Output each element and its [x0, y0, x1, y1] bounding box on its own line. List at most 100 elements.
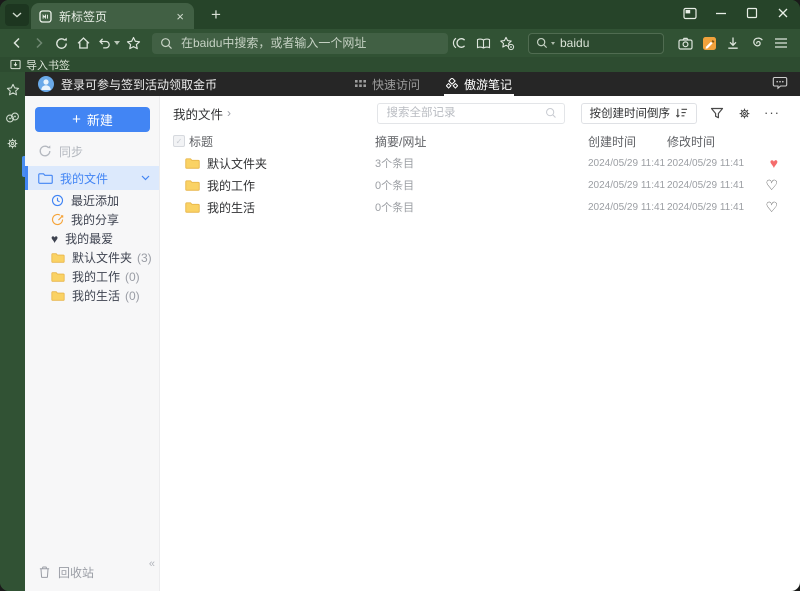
more-options-icon[interactable]: ···	[764, 106, 780, 118]
grid-icon	[355, 80, 366, 87]
import-bookmarks-icon	[10, 59, 21, 70]
column-header-modified[interactable]: 修改时间	[667, 133, 759, 150]
row-modified: 2024/05/29 11:41	[667, 179, 745, 191]
row-summary: 0个条目	[375, 202, 415, 214]
tab-bar: 新标签页 × +	[0, 0, 800, 29]
side-rail	[0, 72, 25, 591]
folder-icon	[38, 173, 53, 184]
sidebar-item-my-shares[interactable]: 我的分享	[25, 210, 159, 229]
maxnote-toolbar-icon[interactable]	[698, 32, 720, 54]
browser-tab-newtab[interactable]: 新标签页 ×	[31, 3, 194, 29]
notes-content: 我的文件 › 按创建时间倒序	[160, 96, 800, 591]
chevron-down-icon[interactable]	[141, 175, 150, 181]
download-icon[interactable]	[722, 32, 744, 54]
back-icon[interactable]	[6, 32, 28, 54]
plus-icon: +	[72, 111, 81, 128]
tab-maxnote[interactable]: 傲游笔记	[444, 72, 515, 96]
tab-quick-access[interactable]: 快速访问	[355, 72, 420, 96]
sync-button[interactable]: 同步	[25, 140, 159, 162]
toolbar-right-cluster: baidu	[448, 32, 792, 54]
bookmarks-bar: 导入书签	[0, 57, 800, 72]
trash-icon	[39, 566, 50, 578]
top-banner: 登录可参与签到活动领取金币 快速访问 傲游笔记	[25, 72, 800, 96]
breadcrumb[interactable]: 我的文件 ›	[173, 104, 231, 123]
undo-icon[interactable]	[94, 32, 122, 54]
reading-list-icon[interactable]	[472, 32, 494, 54]
sidebar-item-recent[interactable]: 最近添加	[25, 191, 159, 210]
settings-gear-icon[interactable]	[737, 106, 752, 121]
forward-icon[interactable]	[28, 32, 50, 54]
favorite-heart-icon[interactable]: ♡	[765, 200, 778, 214]
rail-favorites-star-icon[interactable]	[0, 80, 25, 100]
select-all-checkbox[interactable]: ✓	[173, 135, 185, 147]
notes-search-input[interactable]	[384, 106, 545, 120]
address-bar[interactable]	[152, 32, 448, 54]
search-icon	[536, 37, 548, 49]
maximize-icon[interactable]	[743, 4, 761, 22]
column-header-title[interactable]: 标题	[189, 133, 375, 150]
notes-search-box[interactable]	[376, 102, 565, 124]
minimize-icon[interactable]	[712, 4, 730, 22]
folder-icon	[51, 272, 65, 282]
sidebar-item-my-work[interactable]: 我的工作 (0)	[25, 267, 159, 286]
filter-funnel-icon[interactable]	[710, 107, 724, 120]
row-summary: 3个条目	[375, 158, 415, 170]
table-row-my-life[interactable]: 我的生活 0个条目 2024/05/29 11:41 2024/05/29 11…	[160, 196, 800, 218]
login-prompt[interactable]: 登录可参与签到活动领取金币	[38, 76, 217, 93]
heart-icon: ♥	[51, 231, 59, 246]
clock-icon	[51, 194, 64, 207]
column-header-summary[interactable]: 摘要/网址	[375, 133, 588, 150]
row-title: 我的生活	[207, 200, 256, 215]
row-created: 2024/05/29 11:41	[588, 157, 666, 169]
quick-search-box[interactable]: baidu	[528, 32, 664, 54]
row-modified: 2024/05/29 11:41	[667, 201, 745, 213]
sidebar-item-my-life[interactable]: 我的生活 (0)	[25, 286, 159, 305]
workspace-icon[interactable]	[681, 4, 699, 22]
menu-icon[interactable]	[770, 32, 792, 54]
new-note-button[interactable]: + 新建	[35, 107, 150, 132]
table-header: ✓ 标题 摘要/网址 创建时间 修改时间	[160, 130, 800, 152]
sort-order-button[interactable]: 按创建时间倒序	[580, 102, 697, 124]
login-text: 登录可参与签到活动领取金币	[61, 77, 218, 92]
reader-mode-icon[interactable]	[448, 32, 470, 54]
sidebar-item-my-files[interactable]: 我的文件	[25, 166, 159, 190]
sort-descending-icon	[675, 108, 688, 118]
search-engine-label: baidu	[560, 36, 590, 50]
new-tab-button[interactable]: +	[204, 3, 228, 27]
import-bookmarks-button[interactable]: 导入书签	[10, 57, 70, 73]
undo-dropdown-caret[interactable]	[113, 41, 120, 45]
tab-list-button[interactable]	[5, 4, 29, 26]
favorite-heart-icon[interactable]: ♥	[770, 156, 778, 170]
home-icon[interactable]	[72, 32, 94, 54]
row-modified: 2024/05/29 11:41	[667, 157, 745, 169]
folder-icon	[185, 202, 200, 213]
search-engine-caret[interactable]	[551, 41, 555, 45]
maxnote-tab-icon	[446, 78, 459, 89]
tab-close-icon[interactable]: ×	[174, 10, 186, 23]
favorite-star-icon[interactable]	[122, 32, 144, 54]
avatar[interactable]	[38, 76, 54, 92]
table-row-default-folder[interactable]: 默认文件夹 3个条目 2024/05/29 11:41 2024/05/29 1…	[160, 152, 800, 174]
address-input[interactable]	[179, 35, 440, 51]
refresh-icon[interactable]	[50, 32, 72, 54]
navigation-toolbar: baidu	[0, 29, 800, 57]
recycle-bin-button[interactable]: 回收站	[25, 562, 159, 582]
feedback-bubble-icon[interactable]	[772, 76, 788, 90]
banner-tabs: 快速访问 傲游笔记	[355, 72, 515, 96]
row-created: 2024/05/29 11:41	[588, 201, 666, 213]
favorites-manager-icon[interactable]	[496, 32, 518, 54]
collapse-sidebar-button[interactable]: «	[149, 558, 155, 570]
table-row-my-work[interactable]: 我的工作 0个条目 2024/05/29 11:41 2024/05/29 11…	[160, 174, 800, 196]
extensions-swirl-icon[interactable]	[746, 32, 768, 54]
rail-settings-gear-icon[interactable]	[0, 133, 25, 153]
sidebar-item-default-folder[interactable]: 默认文件夹 (3)	[25, 248, 159, 267]
row-title: 默认文件夹	[207, 156, 268, 171]
rail-maxnote-icon[interactable]	[0, 107, 25, 127]
folder-icon	[51, 291, 65, 301]
sidebar-item-favorites[interactable]: ♥ 我的最爱	[25, 229, 159, 248]
favorite-heart-icon[interactable]: ♡	[765, 178, 778, 192]
column-header-created[interactable]: 创建时间	[588, 133, 667, 150]
close-icon[interactable]	[774, 4, 792, 22]
screenshot-camera-icon[interactable]	[674, 32, 696, 54]
folder-icon	[185, 180, 200, 191]
